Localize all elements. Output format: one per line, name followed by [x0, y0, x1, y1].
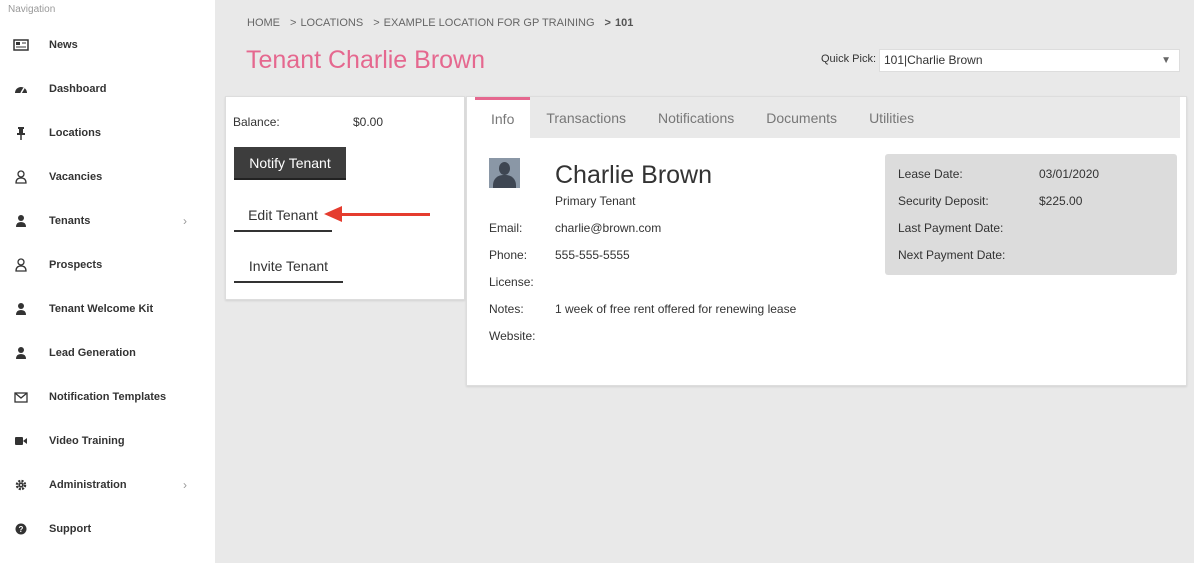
tenant-info-card: Info Transactions Notifications Document… [466, 96, 1187, 386]
phone-label: Phone: [489, 248, 528, 262]
tab-notifications[interactable]: Notifications [642, 97, 750, 138]
question-circle-icon: ? [13, 521, 29, 537]
tenant-role: Primary Tenant [555, 194, 636, 208]
lease-date-value: 03/01/2020 [1039, 167, 1100, 181]
sidebar-item-tenant-welcome-kit[interactable]: Tenant Welcome Kit [0, 297, 215, 321]
tenant-name: Charlie Brown [555, 161, 713, 189]
chevron-right-icon: › [183, 478, 187, 492]
sidebar-item-locations[interactable]: Locations [0, 121, 215, 145]
sidebar-item-news[interactable]: News [0, 33, 215, 57]
email-value[interactable]: charlie@brown.com [555, 221, 661, 235]
notes-label: Notes: [489, 302, 524, 316]
svg-text:?: ? [19, 525, 24, 534]
next-payment-date-label: Next Payment Date: [898, 248, 1006, 262]
notes-value: 1 week of free rent offered for renewing… [555, 302, 797, 316]
sidebar-item-administration[interactable]: Administration › [0, 473, 215, 497]
email-label: Email: [489, 221, 523, 235]
edit-tenant-button[interactable]: Edit Tenant [234, 199, 332, 232]
gear-icon [13, 477, 29, 493]
balance-label: Balance: [233, 115, 280, 129]
tab-documents[interactable]: Documents [750, 97, 853, 138]
sidebar-item-video-training[interactable]: Video Training [0, 429, 215, 453]
lease-date-label: Lease Date: [898, 167, 963, 181]
breadcrumb: HOME > LOCATIONS > EXAMPLE LOCATION FOR GP… [247, 17, 643, 29]
sidebar-item-label: Administration [49, 479, 127, 491]
user-outline-icon [13, 169, 29, 185]
sidebar-item-label: Dashboard [49, 83, 107, 95]
invite-tenant-button[interactable]: Invite Tenant [234, 250, 343, 283]
dropdown-arrow-icon: ▼ [1161, 55, 1171, 66]
avatar [489, 158, 520, 188]
last-payment-date-label: Last Payment Date: [898, 221, 1004, 235]
chevron-right-icon: › [183, 214, 187, 228]
breadcrumb-location[interactable]: > EXAMPLE LOCATION FOR GP TRAINING [373, 17, 594, 29]
breadcrumb-home[interactable]: HOME [247, 17, 280, 29]
sidebar-item-tenants[interactable]: Tenants › [0, 209, 215, 233]
sidebar-item-label: Vacancies [49, 171, 103, 183]
breadcrumb-separator: > [373, 17, 380, 29]
breadcrumb-separator: > [290, 17, 297, 29]
tenant-actions-card: Balance: $0.00 Notify Tenant Edit Tenant… [225, 96, 465, 300]
tab-info[interactable]: Info [475, 97, 531, 138]
sidebar-item-label: Locations [49, 127, 101, 139]
user-icon [13, 301, 29, 317]
sidebar-item-label: News [49, 39, 78, 51]
sidebar-item-support[interactable]: ? Support [0, 517, 215, 541]
sidebar-item-label: Notification Templates [49, 391, 167, 403]
video-camera-icon [13, 433, 29, 449]
sidebar-item-prospects[interactable]: Prospects [0, 253, 215, 277]
sidebar-item-label: Lead Generation [49, 347, 136, 359]
sidebar-item-label: Tenants [49, 215, 91, 227]
page-title: Tenant Charlie Brown [246, 46, 486, 74]
lease-summary: Lease Date: 03/01/2020 Security Deposit:… [885, 154, 1177, 275]
sidebar-item-dashboard[interactable]: Dashboard [0, 77, 215, 101]
sidebar-item-notification-templates[interactable]: Notification Templates [0, 385, 215, 409]
annotation-arrow-icon [324, 206, 342, 222]
quick-pick-select[interactable]: 101|Charlie Brown ▼ [879, 49, 1180, 72]
sidebar-item-label: Video Training [49, 435, 125, 447]
breadcrumb-unit: >101 [604, 17, 634, 29]
sidebar-title: Navigation [8, 4, 56, 15]
website-label: Website: [489, 329, 536, 343]
tab-bar: Info Transactions Notifications Document… [475, 97, 1180, 138]
license-label: License: [489, 275, 534, 289]
user-icon [13, 345, 29, 361]
breadcrumb-locations[interactable]: > LOCATIONS [290, 17, 363, 29]
sidebar-item-lead-generation[interactable]: Lead Generation [0, 341, 215, 365]
quick-pick-label: Quick Pick: [821, 53, 877, 65]
sidebar-item-label: Support [49, 523, 92, 535]
sidebar-item-label: Prospects [49, 259, 103, 271]
sidebar-item-label: Tenant Welcome Kit [49, 303, 154, 315]
breadcrumb-separator: > [604, 17, 611, 29]
pin-icon [13, 125, 29, 141]
quick-pick-value: 101|Charlie Brown [884, 53, 983, 67]
envelope-icon [13, 389, 29, 405]
user-icon [13, 213, 29, 229]
phone-value: 555-555-5555 [555, 248, 630, 262]
dashboard-icon [13, 81, 29, 97]
newspaper-icon [13, 37, 29, 53]
security-deposit-label: Security Deposit: [898, 194, 989, 208]
security-deposit-value: $225.00 [1039, 194, 1083, 208]
tab-utilities[interactable]: Utilities [853, 97, 930, 138]
sidebar: Navigation News Dashboard Locations Vaca… [0, 0, 215, 563]
user-outline-icon [13, 257, 29, 273]
notify-tenant-button[interactable]: Notify Tenant [234, 147, 346, 180]
sidebar-item-vacancies[interactable]: Vacancies [0, 165, 215, 189]
balance-value: $0.00 [353, 115, 384, 129]
tab-transactions[interactable]: Transactions [530, 97, 642, 138]
annotation-arrow-shaft [340, 213, 430, 216]
